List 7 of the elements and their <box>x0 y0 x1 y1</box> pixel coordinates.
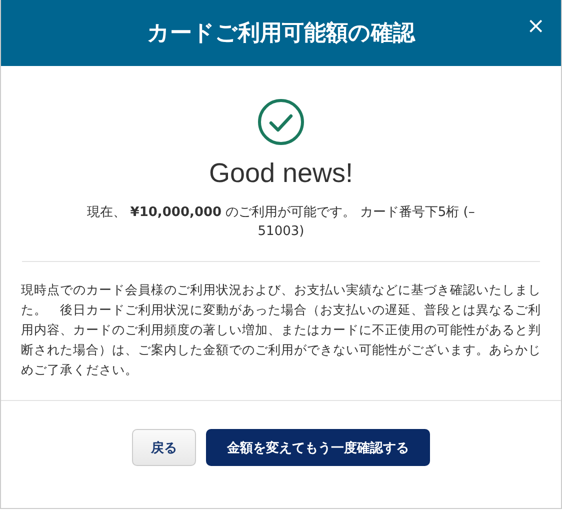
dialog-title: カードご利用可能額の確認 <box>147 20 415 48</box>
recheck-button[interactable]: 金額を変えてもう一度確認する <box>206 429 430 466</box>
close-button[interactable]: × <box>524 14 547 40</box>
back-button[interactable]: 戻る <box>132 429 196 466</box>
result-message: 現在、 ¥10,000,000 のご利用が可能です。 カード番号下5桁 (–51003) <box>86 204 476 241</box>
notice-text: 現時点でのカード会員様のご利用状況および、お支払い実績などに基づき確認いたしました。 後日カードご利用状況に変動があった場合（お支払いの遅延、普段とは異なるご利用内容、カードのご利用頻度の著しい増加、またはカードに不正使用の可能性があると判断された場合）は、ご案内した金額でのご利用ができない可能性がございます。あらかじめご了承ください。 <box>21 281 541 379</box>
result-heading: Good news! <box>208 158 354 189</box>
